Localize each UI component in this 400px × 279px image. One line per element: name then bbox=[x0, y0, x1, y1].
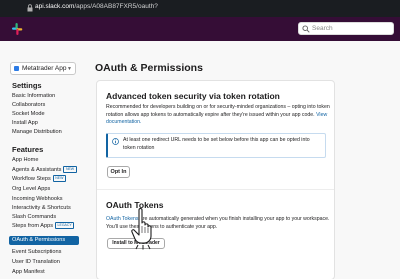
sidebar-item-label: App Manifest bbox=[12, 269, 45, 275]
sidebar-item-label: OAuth & Permissions bbox=[12, 237, 66, 243]
sidebar-item-label: Incoming Webhooks bbox=[12, 196, 63, 202]
sidebar-item-steps-from-apps[interactable]: Steps from Apps LEGACY bbox=[12, 222, 75, 230]
url-text: api.slack.com/apps/A08AB87FXR5/oauth? bbox=[35, 3, 158, 10]
sidebar-item-label: Org Level Apps bbox=[12, 186, 51, 192]
sidebar-item-install-app[interactable]: Install App bbox=[12, 119, 38, 127]
app-selector[interactable]: Metatrader App ▼ bbox=[10, 62, 76, 75]
sidebar-item-workflow-steps[interactable]: Workflow Steps NEW bbox=[12, 175, 66, 183]
sidebar-item-collaborators[interactable]: Collaborators bbox=[12, 101, 45, 109]
sidebar-item-app-manifest[interactable]: App Manifest bbox=[12, 268, 45, 276]
redirect-url-notice: At least one redirect URL needs to be se… bbox=[106, 133, 326, 158]
slack-logo-icon[interactable] bbox=[10, 22, 24, 36]
token-rotation-description: Recommended for developers building on o… bbox=[106, 104, 330, 127]
section-divider bbox=[97, 189, 334, 190]
search-icon bbox=[302, 25, 310, 33]
opt-in-button[interactable]: Opt In bbox=[107, 166, 130, 178]
sidebar-item-manage-distribution[interactable]: Manage Distribution bbox=[12, 128, 62, 136]
new-badge: NEW bbox=[63, 166, 77, 173]
new-badge: NEW bbox=[52, 175, 66, 182]
sidebar-item-user-id-translation[interactable]: User ID Translation bbox=[12, 258, 60, 266]
app-icon bbox=[14, 66, 19, 71]
sidebar-item-basic-information[interactable]: Basic Information bbox=[12, 92, 55, 100]
url-host: api.slack.com bbox=[35, 3, 75, 10]
sidebar-item-label: Steps from Apps bbox=[12, 223, 54, 229]
app-selector-label: Metatrader App bbox=[22, 65, 67, 72]
sidebar-item-socket-mode[interactable]: Socket Mode bbox=[12, 110, 45, 118]
search-placeholder: Search bbox=[312, 25, 333, 32]
features-section-title: Features bbox=[12, 145, 44, 154]
sidebar-item-label: Slash Commands bbox=[12, 214, 57, 220]
lock-icon bbox=[27, 4, 33, 12]
sidebar-item-incoming-webhooks[interactable]: Incoming Webhooks bbox=[12, 195, 63, 203]
sidebar-item-label: Workflow Steps bbox=[12, 176, 51, 182]
notice-text: At least one redirect URL needs to be se… bbox=[123, 137, 310, 151]
search-box[interactable]: Search bbox=[298, 22, 394, 35]
sidebar-item-interactivity-shortcuts[interactable]: Interactivity & Shortcuts bbox=[12, 204, 71, 212]
token-rotation-text: Recommended for developers building on o… bbox=[106, 104, 330, 118]
sidebar-item-event-subscriptions[interactable]: Event Subscriptions bbox=[12, 248, 61, 256]
token-rotation-title: Advanced token security via token rotati… bbox=[106, 91, 280, 101]
legacy-badge: LEGACY bbox=[55, 222, 75, 229]
sidebar-item-label: App Home bbox=[12, 157, 39, 163]
settings-section-title: Settings bbox=[12, 81, 42, 90]
sidebar-item-label: Agents & Assistants bbox=[12, 167, 62, 173]
sidebar-item-oauth-permissions[interactable]: OAuth & Permissions bbox=[9, 236, 79, 245]
url-path: /apps/A08AB87FXR5/oauth? bbox=[74, 3, 158, 10]
page-title: OAuth & Permissions bbox=[95, 62, 203, 74]
info-icon bbox=[112, 138, 119, 145]
sidebar-item-label: Interactivity & Shortcuts bbox=[12, 205, 71, 211]
sidebar-item-slash-commands[interactable]: Slash Commands bbox=[12, 213, 56, 221]
sidebar-item-agents-assistants[interactable]: Agents & Assistants NEW bbox=[12, 166, 77, 174]
sidebar-item-app-home[interactable]: App Home bbox=[12, 156, 38, 164]
hand-pointer-cursor-icon bbox=[131, 207, 152, 250]
sidebar-item-org-level-apps[interactable]: Org Level Apps bbox=[12, 185, 50, 193]
browser-url-bar[interactable]: api.slack.com/apps/A08AB87FXR5/oauth? bbox=[0, 0, 400, 17]
chevron-down-icon: ▼ bbox=[67, 66, 72, 72]
sidebar-item-label: User ID Translation bbox=[12, 259, 60, 265]
sidebar-item-label: Event Subscriptions bbox=[12, 249, 62, 255]
